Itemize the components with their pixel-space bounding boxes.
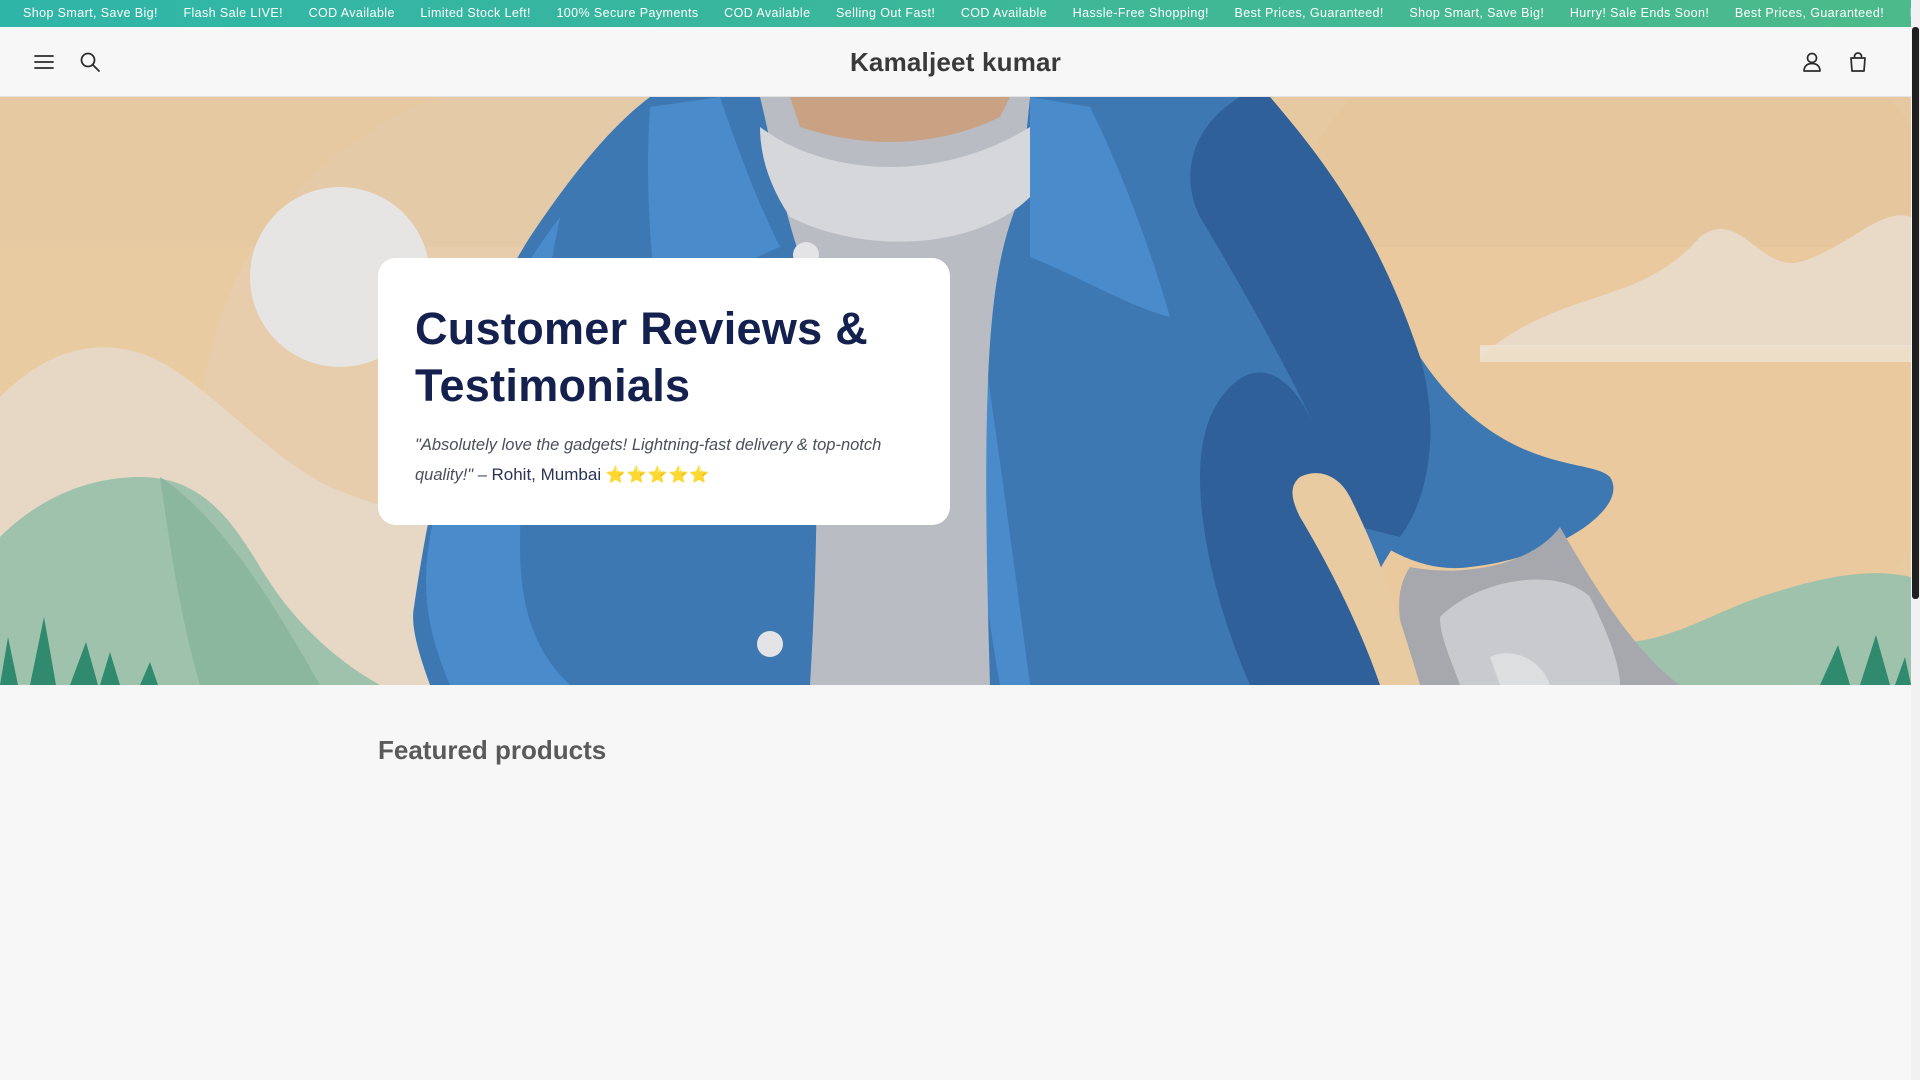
- store-title[interactable]: Kamaljeet kumar: [850, 47, 1061, 78]
- announcement-item: Hassle-Free Shopping!: [1072, 6, 1209, 20]
- announcement-item: Flash Sale LIVE!: [183, 6, 283, 20]
- account-icon: [1801, 51, 1823, 73]
- announcement-item: COD Available: [308, 6, 395, 20]
- hero-banner: Customer Reviews & Testimonials "Absolut…: [0, 97, 1911, 685]
- announcement-marquee: Shop Smart, Save Big! Flash Sale LIVE! COD…: [0, 0, 1911, 27]
- testimonial-card: Customer Reviews & Testimonials "Absolut…: [378, 258, 950, 525]
- cart-icon: [1847, 51, 1869, 73]
- featured-products-heading: Featured products: [378, 735, 607, 765]
- testimonial-author: Rohit, Mumbai: [491, 465, 602, 484]
- announcement-item: 100% Secure Payments: [556, 6, 699, 20]
- hero-illustration: [0, 97, 1911, 685]
- announcement-item: Limited Stock Left!: [420, 6, 531, 20]
- page-scrollbar[interactable]: [1911, 0, 1920, 1080]
- page: Shop Smart, Save Big! Flash Sale LIVE! COD…: [0, 0, 1911, 1080]
- star-rating-icon: ⭐⭐⭐⭐⭐: [605, 467, 711, 484]
- announcement-item: Best Prices, Guaranteed!: [1734, 6, 1885, 20]
- search-button[interactable]: [68, 40, 112, 84]
- announcement-item: Limited Stock Left!: [1897, 0, 1911, 27]
- announcement-item: Best Prices, Guaranteed!: [1234, 6, 1384, 20]
- hero-title: Customer Reviews & Testimonials: [415, 303, 869, 411]
- announcement-item: Hurry! Sale Ends Soon!: [1569, 6, 1710, 20]
- testimonial-dash: –: [473, 466, 492, 484]
- account-button[interactable]: [1790, 40, 1834, 84]
- announcement-item: Shop Smart, Save Big!: [1409, 6, 1545, 20]
- testimonial-text: "Absolutely love the gadgets! Lightning-…: [415, 431, 913, 490]
- menu-icon: [33, 53, 55, 71]
- announcement-bar: Shop Smart, Save Big! Flash Sale LIVE! COD…: [0, 0, 1911, 27]
- store-title-wrap: Kamaljeet kumar: [0, 27, 1911, 97]
- menu-button[interactable]: [22, 40, 66, 84]
- announcement-item: Selling Out Fast!: [836, 6, 936, 20]
- search-icon: [79, 51, 101, 73]
- cart-button[interactable]: [1836, 40, 1880, 84]
- site-header: Kamaljeet kumar: [0, 27, 1911, 97]
- announcement-item: Shop Smart, Save Big!: [23, 6, 158, 20]
- scrollbar-thumb[interactable]: [1912, 27, 1919, 599]
- announcement-item: COD Available: [960, 6, 1048, 20]
- announcement-item: COD Available: [724, 6, 811, 20]
